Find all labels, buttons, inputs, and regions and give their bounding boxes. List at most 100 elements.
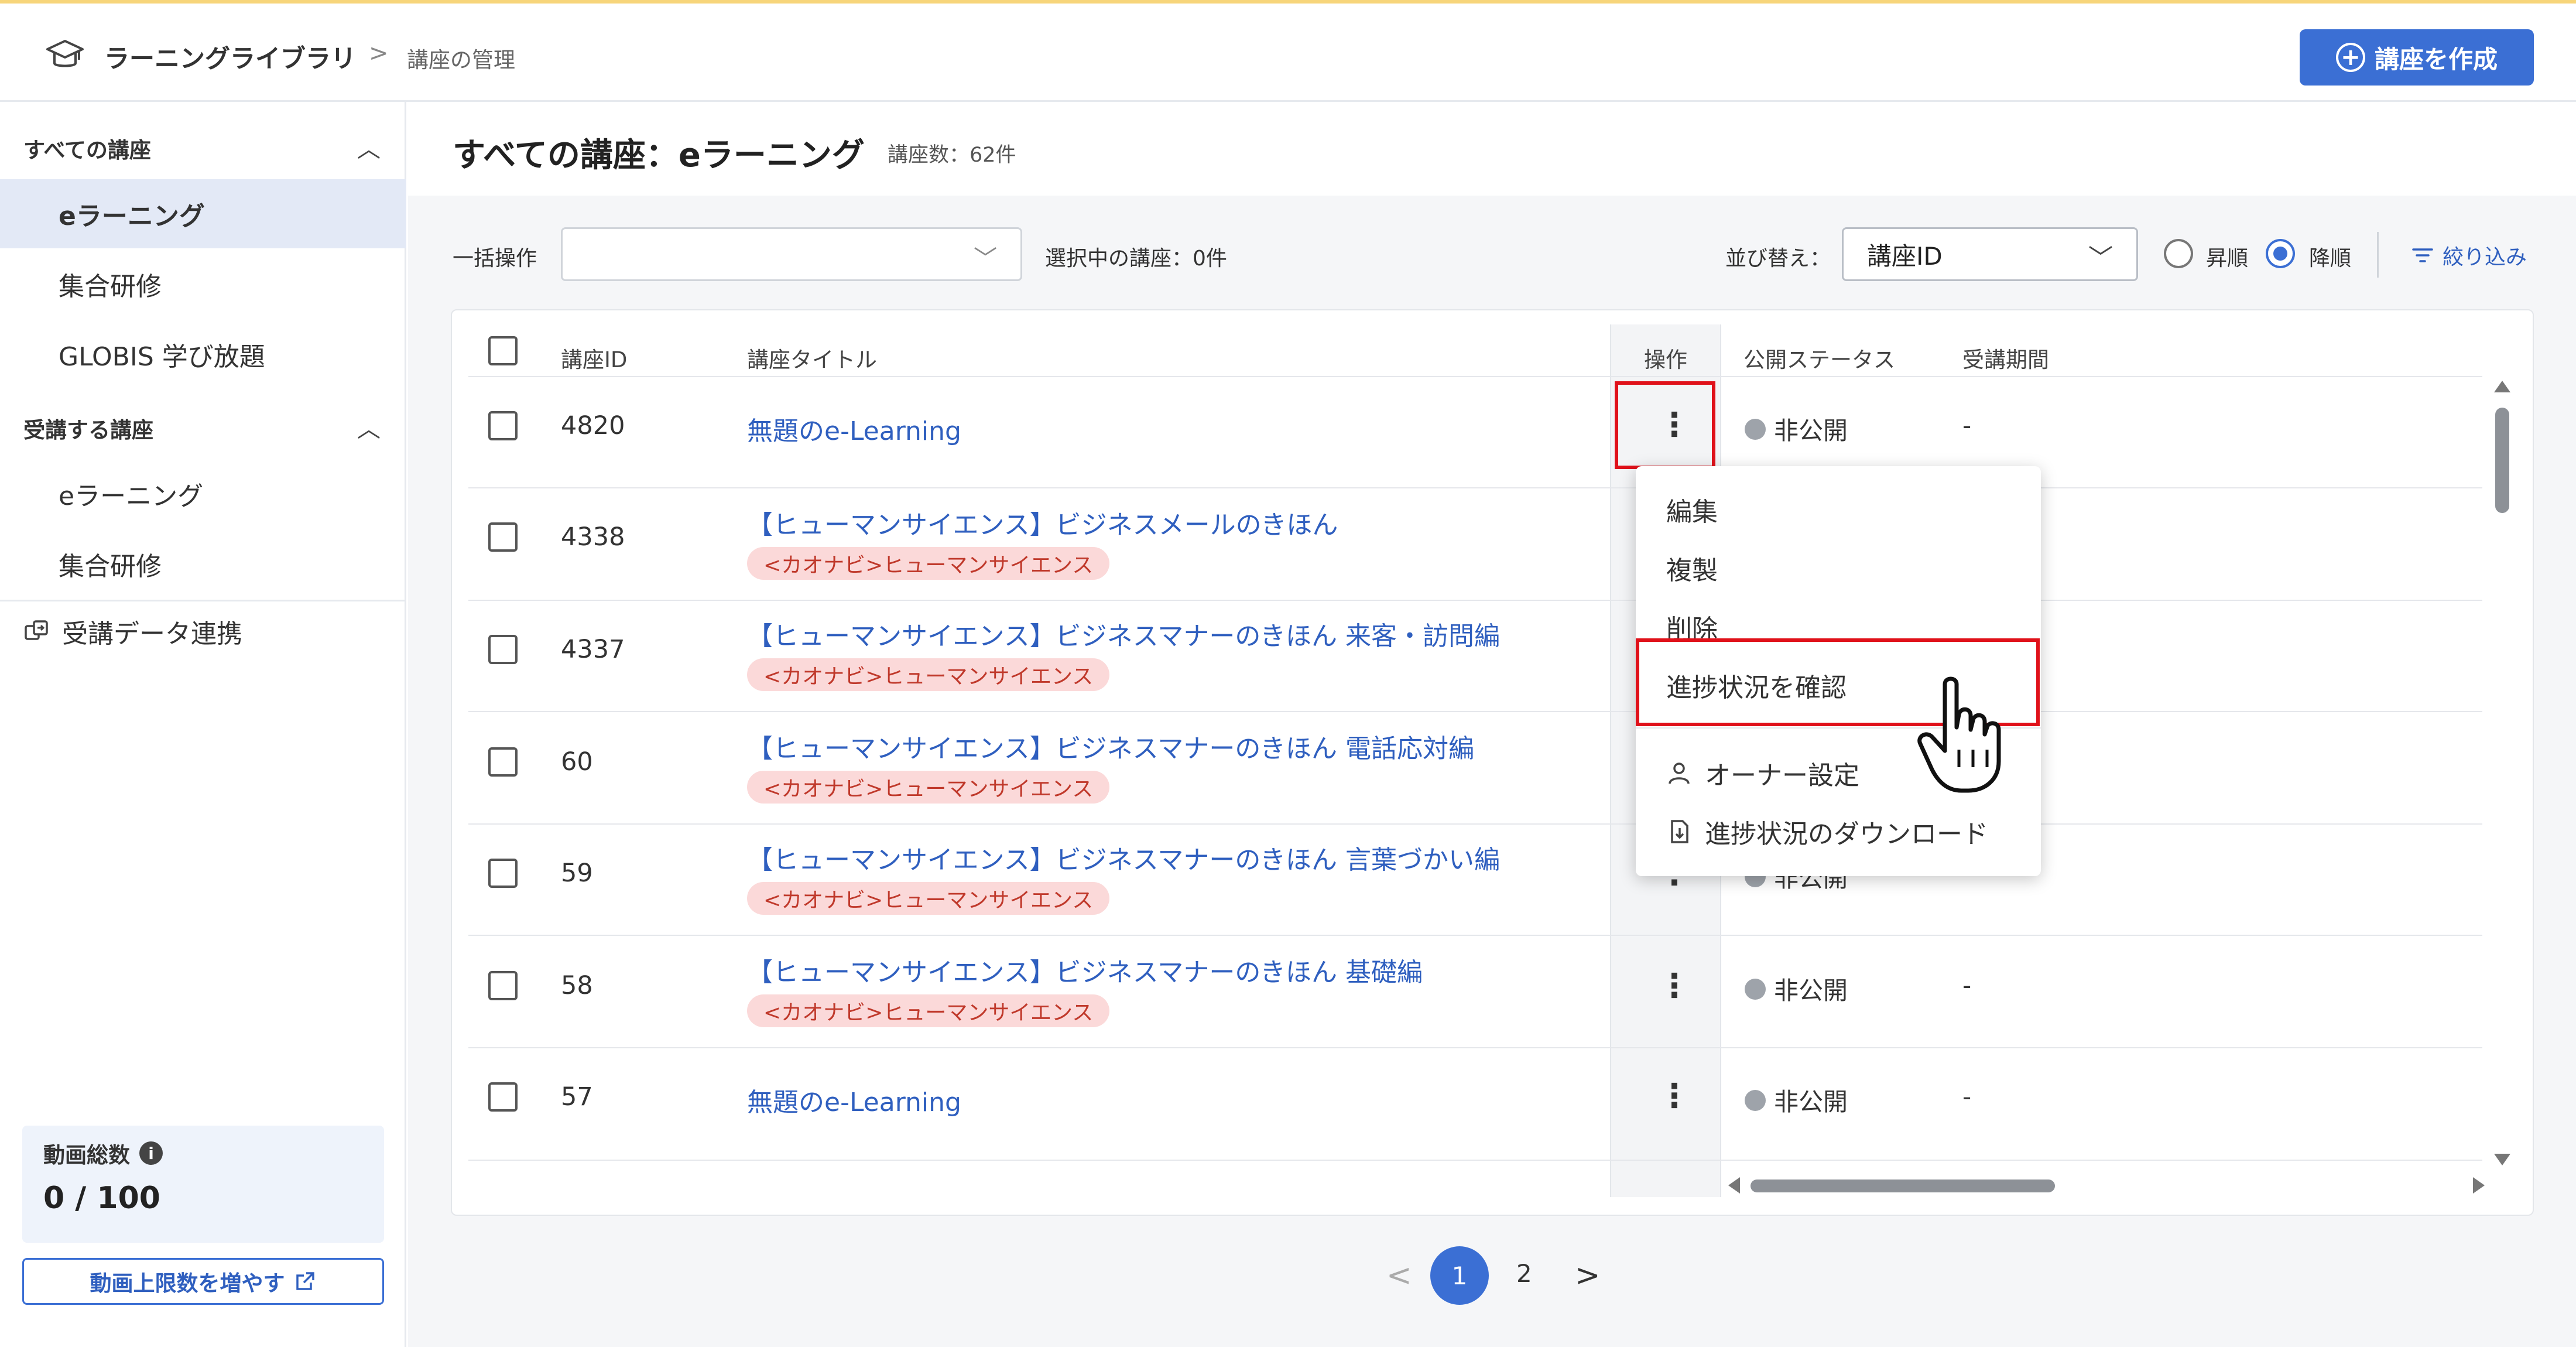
row-divider bbox=[468, 711, 2482, 712]
status-dot bbox=[1745, 978, 1766, 1000]
course-id: 4337 bbox=[561, 635, 625, 664]
column-header-status[interactable]: 公開ステータス bbox=[1743, 342, 1895, 374]
create-course-label: 講座を作成 bbox=[2374, 45, 2498, 74]
status-badge: 非公開 bbox=[1745, 1082, 1848, 1118]
sidebar-group-all-courses[interactable]: すべての講座 bbox=[23, 132, 151, 164]
plus-circle-icon: + bbox=[2335, 43, 2365, 72]
row-divider bbox=[468, 935, 2482, 936]
row-checkbox[interactable] bbox=[488, 411, 518, 440]
scroll-down-arrow-icon[interactable] bbox=[2494, 1154, 2510, 1165]
course-title-link[interactable]: 無題のe-Learning bbox=[747, 1081, 961, 1119]
kebab-menu-icon[interactable]: ⋮ bbox=[1658, 970, 1691, 1003]
scroll-up-arrow-icon[interactable] bbox=[2494, 381, 2510, 392]
course-table: 講座ID 講座タイトル 操作 公開ステータス 受講期間 4820 無題のe-Le… bbox=[451, 309, 2534, 1216]
pagination-prev-icon[interactable]: < bbox=[1386, 1258, 1412, 1293]
row-checkbox[interactable] bbox=[488, 747, 518, 777]
sidebar-item-globis[interactable]: GLOBIS 学び放題 bbox=[0, 320, 406, 389]
period-value: - bbox=[1962, 411, 1972, 440]
selected-course-count: 選択中の講座：0件 bbox=[1045, 247, 1227, 271]
row-divider bbox=[468, 823, 2482, 825]
breadcrumb-current: 講座の管理 bbox=[407, 47, 515, 73]
column-header-title[interactable]: 講座タイトル bbox=[747, 342, 877, 374]
page-title: すべての講座：eラーニング bbox=[453, 136, 865, 175]
status-text: 非公開 bbox=[1774, 976, 1848, 1005]
increase-video-limit-button[interactable]: 動画上限数を増やす bbox=[22, 1258, 384, 1305]
sidebar-item-elearning[interactable]: eラーニング bbox=[0, 179, 406, 248]
toolbar-divider bbox=[2377, 232, 2379, 278]
course-count: 講座数：62件 bbox=[888, 143, 1016, 167]
menu-item-edit[interactable]: 編集 bbox=[1666, 491, 1718, 528]
status-text: 非公開 bbox=[1774, 416, 1848, 445]
increase-video-limit-label: 動画上限数を増やす bbox=[90, 1271, 285, 1296]
bulk-action-select[interactable]: ﹀ bbox=[561, 227, 1022, 281]
sort-ascending-label[interactable]: 昇順 bbox=[2206, 241, 2248, 272]
course-title-link[interactable]: 無題のe-Learning bbox=[747, 410, 961, 447]
course-id: 57 bbox=[561, 1082, 593, 1112]
sidebar-group-enrolled-courses[interactable]: 受講する講座 bbox=[23, 412, 153, 444]
video-quota-value: 0 / 100 bbox=[43, 1181, 160, 1216]
status-text: 非公開 bbox=[1774, 1088, 1848, 1116]
column-header-id[interactable]: 講座ID bbox=[561, 342, 627, 374]
course-id: 4338 bbox=[561, 522, 625, 552]
graduation-cap-icon bbox=[46, 40, 84, 67]
filter-label: 絞り込み bbox=[2443, 245, 2527, 269]
menu-item-owner-settings[interactable]: オーナー設定 bbox=[1666, 754, 1859, 792]
row-checkbox[interactable] bbox=[488, 635, 518, 664]
sidebar-item-enrolled-group-training[interactable]: 集合研修 bbox=[0, 529, 406, 599]
pagination-page-2[interactable]: 2 bbox=[1516, 1259, 1532, 1288]
sidebar-item-group-training[interactable]: 集合研修 bbox=[0, 249, 406, 319]
sort-descending-label[interactable]: 降順 bbox=[2309, 241, 2351, 272]
column-header-period[interactable]: 受講期間 bbox=[1962, 342, 2049, 374]
row-checkbox[interactable] bbox=[488, 971, 518, 1000]
app-title[interactable]: ラーニングライブラリ bbox=[104, 39, 356, 75]
course-title-link[interactable]: 【ヒューマンサイエンス】ビジネスマナーのきほん 電話応対編 bbox=[747, 727, 1474, 765]
horizontal-scrollbar-thumb[interactable] bbox=[1751, 1180, 2055, 1192]
download-progress-label: 進捗状況のダウンロード bbox=[1705, 819, 1988, 849]
period-value: - bbox=[1962, 971, 1972, 1000]
sort-select[interactable]: 講座ID ﹀ bbox=[1842, 227, 2138, 281]
row-checkbox[interactable] bbox=[488, 859, 518, 888]
row-checkbox[interactable] bbox=[488, 1082, 518, 1112]
collapse-caret-icon[interactable]: ︿ bbox=[357, 410, 381, 444]
sort-descending-radio[interactable] bbox=[2266, 239, 2295, 268]
scroll-left-arrow-icon[interactable] bbox=[1728, 1177, 1740, 1194]
bulk-action-label: 一括操作 bbox=[453, 247, 537, 271]
provider-tag: <カオナビ>ヒューマンサイエンス bbox=[747, 994, 1110, 1027]
course-title-link[interactable]: 【ヒューマンサイエンス】ビジネスマナーのきほん 来客・訪問編 bbox=[747, 615, 1500, 652]
menu-item-duplicate[interactable]: 複製 bbox=[1666, 549, 1718, 587]
kebab-menu-icon[interactable]: ⋮ bbox=[1658, 1080, 1691, 1113]
data-link-icon bbox=[25, 620, 48, 640]
external-link-icon bbox=[296, 1272, 314, 1290]
chevron-down-icon: ﹀ bbox=[2088, 244, 2113, 272]
row-checkbox[interactable] bbox=[488, 522, 518, 552]
collapse-caret-icon[interactable]: ︿ bbox=[357, 130, 381, 164]
hand-pointer-icon bbox=[1917, 676, 2001, 793]
select-all-checkbox[interactable] bbox=[488, 336, 518, 365]
course-title-link[interactable]: 【ヒューマンサイエンス】ビジネスメールのきほん bbox=[747, 504, 1338, 541]
vertical-scrollbar-thumb[interactable] bbox=[2495, 408, 2509, 513]
sort-ascending-radio[interactable] bbox=[2164, 239, 2193, 268]
sidebar-item-data-link[interactable]: 受講データ連携 bbox=[23, 613, 242, 650]
status-badge: 非公開 bbox=[1745, 971, 1848, 1007]
pagination-next-icon[interactable]: > bbox=[1575, 1258, 1601, 1293]
create-course-button[interactable]: + 講座を作成 bbox=[2300, 29, 2534, 86]
menu-item-download-progress[interactable]: 進捗状況のダウンロード bbox=[1666, 813, 1988, 850]
video-quota-box: 動画総数 i 0 / 100 bbox=[22, 1126, 384, 1243]
sidebar-item-enrolled-elearning[interactable]: eラーニング bbox=[0, 459, 406, 528]
course-title-link[interactable]: 【ヒューマンサイエンス】ビジネスマナーのきほん 基礎編 bbox=[747, 951, 1423, 989]
info-icon[interactable]: i bbox=[139, 1141, 163, 1165]
header-divider bbox=[468, 376, 2482, 377]
chevron-down-icon: ﹀ bbox=[974, 245, 997, 272]
status-dot bbox=[1745, 1089, 1766, 1111]
row-divider bbox=[468, 487, 2482, 488]
scroll-right-arrow-icon[interactable] bbox=[2473, 1177, 2485, 1194]
breadcrumb-separator: > bbox=[369, 40, 389, 67]
filter-button[interactable]: 絞り込み bbox=[2411, 240, 2527, 271]
provider-tag: <カオナビ>ヒューマンサイエンス bbox=[747, 547, 1110, 580]
course-title-link[interactable]: 【ヒューマンサイエンス】ビジネスマナーのきほん 言葉づかい編 bbox=[747, 839, 1500, 876]
course-id: 58 bbox=[561, 971, 593, 1000]
provider-tag: <カオナビ>ヒューマンサイエンス bbox=[747, 882, 1110, 915]
period-value: - bbox=[1962, 1082, 1972, 1111]
pagination-page-1[interactable]: 1 bbox=[1430, 1246, 1489, 1305]
row-divider bbox=[468, 1160, 2482, 1161]
